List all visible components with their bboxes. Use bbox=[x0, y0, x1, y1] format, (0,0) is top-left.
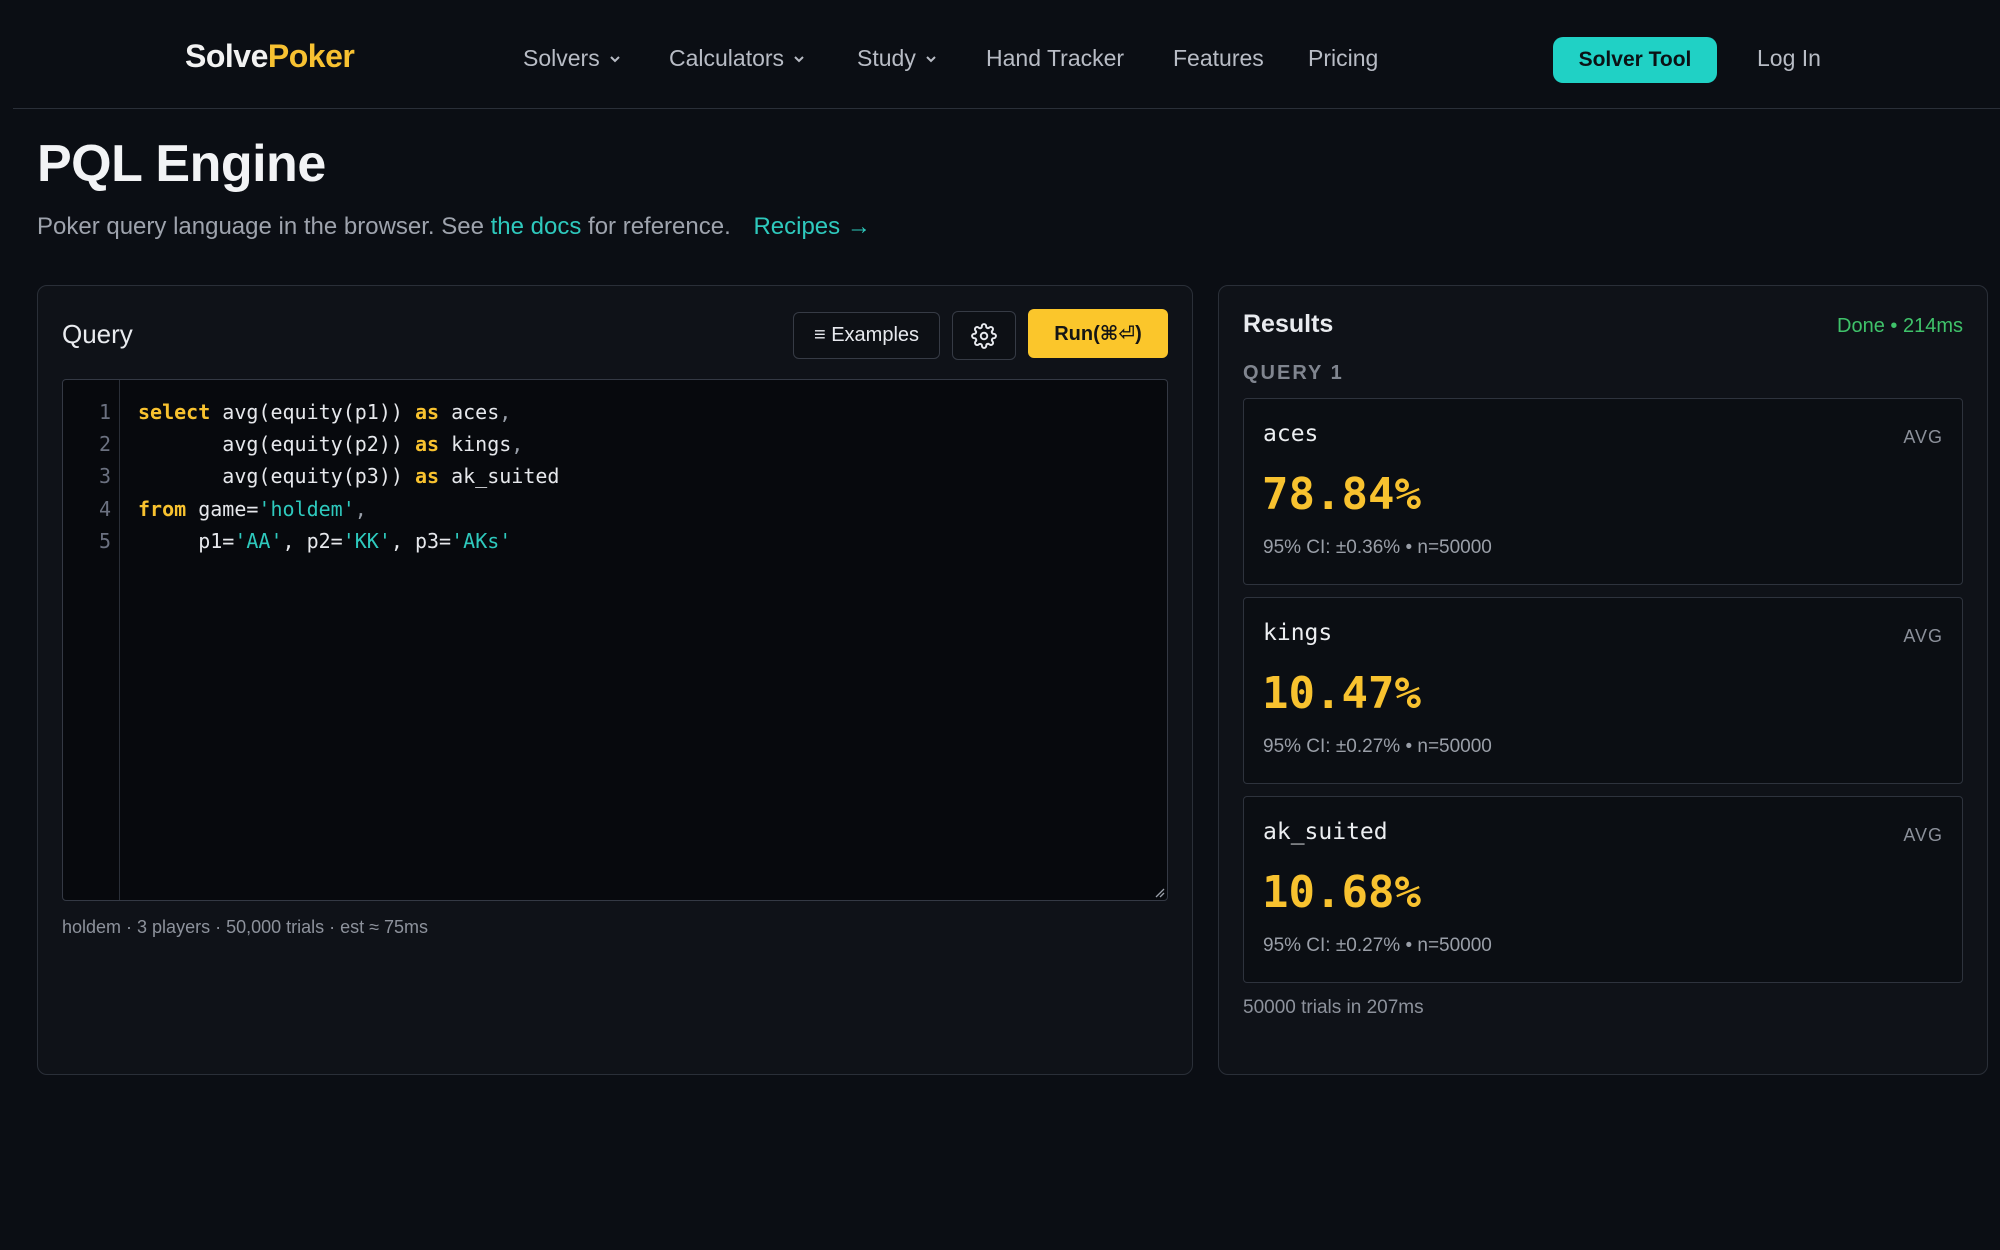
line-number: 3 bbox=[98, 464, 111, 488]
settings-button[interactable] bbox=[952, 311, 1016, 360]
code-line-2: avg(equity(p2)) as kings, bbox=[138, 432, 524, 456]
results-title: Results bbox=[1243, 310, 1334, 338]
code-text: kings bbox=[439, 432, 512, 456]
resize-handle-icon[interactable] bbox=[1153, 886, 1165, 898]
code-line-3: avg(equity(p3)) as ak_suited bbox=[138, 464, 559, 488]
nav-solvers-label: Solvers bbox=[523, 45, 600, 71]
line-number: 1 bbox=[98, 400, 111, 424]
page-subtitle: Poker query language in the browser. See… bbox=[37, 213, 871, 241]
nav-hand-tracker[interactable]: Hand Tracker bbox=[986, 45, 1124, 72]
result-name: kings bbox=[1263, 620, 1333, 646]
nav-study[interactable]: Study bbox=[857, 45, 938, 72]
query-panel: Query ≡ Examples Run(⌘⏎) 1 2 3 4 5 selec… bbox=[37, 285, 1193, 1075]
nav-solvers[interactable]: Solvers bbox=[523, 45, 622, 72]
result-value: 10.47% bbox=[1262, 668, 1421, 719]
code-line-5: p1='AA', p2='KK', p3='AKs' bbox=[138, 529, 511, 553]
result-name: aces bbox=[1263, 421, 1319, 447]
result-card: ak_suited AVG 10.68% 95% CI: ±0.27% • n=… bbox=[1243, 796, 1963, 983]
status-badge: Done • 214ms bbox=[1837, 315, 1963, 337]
code-keyword: select bbox=[138, 400, 211, 424]
brand-part2: Poker bbox=[267, 38, 355, 74]
code-line-1: select avg(equity(p1)) as aces, bbox=[138, 400, 512, 424]
nav-pricing-label: Pricing bbox=[1308, 45, 1379, 71]
code-text: avg(equity(p1)) bbox=[210, 400, 415, 424]
page-title: PQL Engine bbox=[37, 135, 326, 193]
query-label: QUERY 1 bbox=[1243, 362, 1344, 384]
brand-logo[interactable]: SolvePoker bbox=[185, 38, 355, 75]
gear-icon bbox=[971, 322, 997, 349]
result-value: 10.68% bbox=[1262, 867, 1421, 918]
code-text: avg(equity(p3)) bbox=[138, 464, 415, 488]
code-text: avg(equity(p2)) bbox=[138, 432, 415, 456]
run-button[interactable]: Run(⌘⏎) bbox=[1028, 309, 1168, 358]
results-panel: Results Done • 214ms QUERY 1 aces AVG 78… bbox=[1218, 285, 1988, 1075]
result-name: ak_suited bbox=[1263, 819, 1388, 845]
chevron-down-icon bbox=[794, 55, 804, 62]
code-text: aces bbox=[439, 400, 500, 424]
query-editor[interactable]: 1 2 3 4 5 select avg(equity(p1)) as aces… bbox=[62, 379, 1168, 901]
nav-study-label: Study bbox=[857, 45, 916, 71]
nav-calculators-label: Calculators bbox=[669, 45, 785, 71]
line-number: 5 bbox=[98, 529, 111, 553]
subtitle-text-pre: Poker query language in the browser. See bbox=[37, 213, 491, 240]
nav-calculators[interactable]: Calculators bbox=[669, 45, 806, 72]
query-panel-title: Query bbox=[62, 319, 133, 349]
results-summary: 50000 trials in 207ms bbox=[1243, 997, 1424, 1018]
code-keyword: from bbox=[138, 497, 187, 521]
result-value: 78.84% bbox=[1262, 469, 1421, 520]
login-link[interactable]: Log In bbox=[1757, 45, 1821, 72]
code-keyword: as bbox=[414, 432, 440, 456]
result-aggregate: AVG bbox=[1903, 626, 1943, 646]
result-card: aces AVG 78.84% 95% CI: ±0.36% • n=50000 bbox=[1243, 398, 1963, 585]
code-text: , p2= bbox=[282, 529, 343, 553]
code-string: 'holdem' bbox=[258, 497, 355, 521]
top-navigation: SolvePoker Solvers Calculators Study Han… bbox=[13, 0, 2000, 109]
nav-hand-tracker-label: Hand Tracker bbox=[986, 45, 1125, 71]
code-string: 'KK' bbox=[342, 529, 391, 553]
result-card: kings AVG 10.47% 95% CI: ±0.27% • n=5000… bbox=[1243, 597, 1963, 784]
query-meta: holdem · 3 players · 50,000 trials · est… bbox=[62, 917, 429, 937]
docs-link[interactable]: the docs bbox=[491, 213, 582, 240]
result-aggregate: AVG bbox=[1903, 427, 1943, 447]
line-number: 2 bbox=[98, 432, 111, 456]
recipes-link[interactable]: Recipes → bbox=[753, 213, 870, 240]
brand-part1: Solve bbox=[185, 38, 268, 74]
code-line-4: from game='holdem', bbox=[138, 497, 367, 521]
subtitle-text-post: for reference. bbox=[581, 213, 731, 240]
line-number-gutter: 1 2 3 4 5 bbox=[63, 380, 120, 900]
code-text: game= bbox=[186, 497, 259, 521]
chevron-down-icon bbox=[926, 55, 936, 62]
solver-tool-button[interactable]: Solver Tool bbox=[1553, 37, 1717, 83]
code-text: , p3= bbox=[390, 529, 452, 553]
code-text: ak_suited bbox=[439, 464, 560, 488]
code-string: 'AA' bbox=[234, 529, 283, 553]
result-confidence: 95% CI: ±0.36% • n=50000 bbox=[1263, 537, 1492, 558]
examples-button[interactable]: ≡ Examples bbox=[793, 312, 940, 359]
line-number: 4 bbox=[98, 497, 111, 521]
result-confidence: 95% CI: ±0.27% • n=50000 bbox=[1263, 935, 1492, 956]
result-aggregate: AVG bbox=[1903, 825, 1943, 845]
chevron-down-icon bbox=[609, 55, 620, 62]
nav-features-label: Features bbox=[1173, 45, 1264, 71]
code-text: p1= bbox=[138, 529, 235, 553]
nav-pricing[interactable]: Pricing bbox=[1308, 45, 1378, 72]
code-keyword: as bbox=[414, 400, 440, 424]
code-string: 'AKs' bbox=[451, 529, 512, 553]
code-keyword: as bbox=[414, 464, 440, 488]
result-confidence: 95% CI: ±0.27% • n=50000 bbox=[1263, 736, 1492, 757]
nav-features[interactable]: Features bbox=[1173, 45, 1264, 72]
